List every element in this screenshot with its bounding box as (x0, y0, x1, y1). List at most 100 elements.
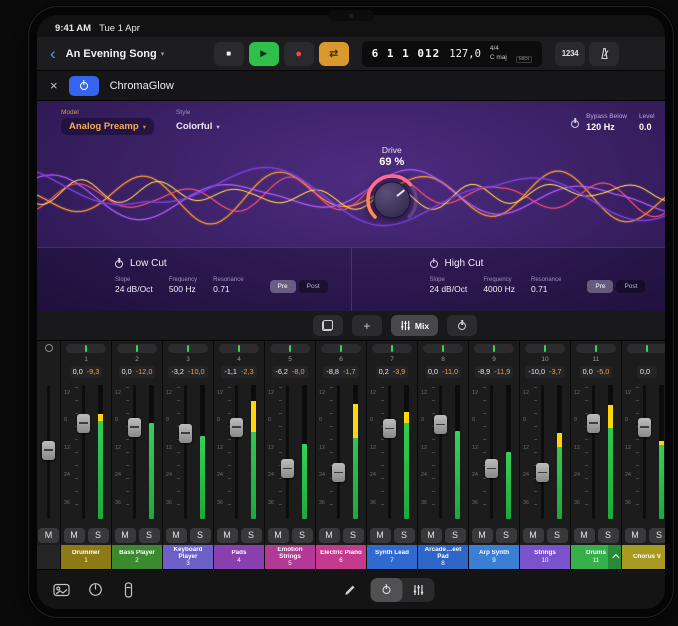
param-value[interactable]: 4000 Hz (483, 284, 515, 294)
fader-track[interactable] (388, 385, 391, 519)
style-dropdown[interactable]: Style Colorful▾ (174, 109, 222, 135)
pan-slider[interactable] (321, 344, 361, 353)
fader-track[interactable] (286, 385, 289, 519)
pan-slider[interactable] (219, 344, 259, 353)
pan-slider[interactable] (576, 344, 616, 353)
pan-slider[interactable] (66, 344, 106, 353)
edit-button[interactable] (343, 583, 356, 596)
count-in-button[interactable]: 1234 (555, 42, 585, 66)
fader-track[interactable] (439, 385, 442, 519)
mute-button[interactable]: M (64, 528, 85, 543)
track-name-label[interactable]: Drums 11 (571, 545, 621, 569)
solo-button[interactable]: S (496, 528, 517, 543)
solo-button[interactable]: S (190, 528, 211, 543)
plugin-power-button[interactable] (69, 76, 99, 96)
fader-track[interactable] (184, 385, 187, 519)
track-name-label[interactable] (37, 545, 60, 569)
fader-handle[interactable] (434, 415, 447, 434)
pan-slider[interactable] (117, 344, 157, 353)
fader-handle[interactable] (179, 424, 192, 443)
record-button[interactable]: ● (284, 42, 314, 66)
back-button[interactable]: ‹ (47, 45, 59, 62)
track-name-label[interactable]: Pads 4 (214, 545, 264, 569)
mute-button[interactable]: M (319, 528, 340, 543)
fader-handle[interactable] (485, 459, 498, 478)
track-name-label[interactable]: Synth Lead 7 (367, 545, 417, 569)
bypass-below-value[interactable]: 120 Hz (586, 122, 627, 132)
fader-handle[interactable] (230, 418, 243, 437)
solo-button[interactable]: S (547, 528, 568, 543)
fader-handle[interactable] (536, 463, 549, 482)
solo-button[interactable]: S (292, 528, 313, 543)
mute-button[interactable]: M (574, 528, 595, 543)
browser-button[interactable] (53, 583, 70, 597)
fader-track[interactable] (337, 385, 340, 519)
song-title-menu[interactable]: An Evening Song ▾ (66, 48, 165, 60)
mute-button[interactable]: M (421, 528, 442, 543)
solo-button[interactable]: S (343, 528, 364, 543)
duplicate-button[interactable] (313, 315, 343, 336)
track-name-label[interactable]: Arp Synth 9 (469, 545, 519, 569)
fader-track[interactable] (592, 385, 595, 519)
param-value[interactable]: 24 dB/Oct (430, 284, 468, 294)
pre-button[interactable]: Pre (270, 280, 296, 293)
pan-slider[interactable] (372, 344, 412, 353)
fader-handle[interactable] (77, 414, 90, 433)
bypass-below-control[interactable]: Bypass Below 120 Hz (571, 113, 627, 133)
level-value[interactable]: 0.0 (639, 122, 665, 132)
pan-slider[interactable] (168, 344, 208, 353)
pan-slider[interactable] (627, 344, 665, 353)
solo-button[interactable]: S (394, 528, 415, 543)
param-value[interactable]: 0.71 (213, 284, 243, 294)
bypass-power-button[interactable] (571, 115, 579, 133)
solo-button[interactable]: S (88, 528, 109, 543)
pan-slider[interactable] (474, 344, 514, 353)
metronome-button[interactable] (589, 42, 619, 66)
controls-button[interactable] (88, 582, 103, 597)
play-button[interactable]: ▶ (249, 42, 279, 66)
stop-button[interactable]: ■ (214, 42, 244, 66)
param-value[interactable]: 0.71 (531, 284, 561, 294)
mute-button[interactable]: M (523, 528, 544, 543)
param-value[interactable]: 24 dB/Oct (115, 284, 153, 294)
solo-button[interactable]: S (241, 528, 262, 543)
mute-button[interactable]: M (625, 528, 646, 543)
fader-track[interactable] (643, 385, 646, 519)
fader-track[interactable] (235, 385, 238, 519)
mute-button[interactable]: M (115, 528, 136, 543)
param-value[interactable]: 500 Hz (169, 284, 197, 294)
fader-handle[interactable] (587, 414, 600, 433)
lcd-display[interactable]: 6 1 1 012 127,0 4/4 C maj MIDI (362, 41, 542, 67)
track-name-label[interactable]: Emotion Strings 5 (265, 545, 315, 569)
solo-button[interactable]: S (139, 528, 160, 543)
power-toggle-button[interactable] (370, 578, 402, 602)
track-name-label[interactable]: Strings 10 (520, 545, 570, 569)
high-cut-power-button[interactable] (430, 256, 438, 271)
drive-knob[interactable] (363, 171, 421, 229)
pan-slider[interactable] (423, 344, 463, 353)
fader-handle[interactable] (638, 418, 651, 437)
fader-track[interactable] (490, 385, 493, 519)
track-name-label[interactable]: Chorus V (622, 545, 665, 569)
level-control[interactable]: Level 0.0 (639, 113, 665, 132)
pan-slider[interactable] (525, 344, 565, 353)
close-plugin-button[interactable]: × (50, 79, 58, 92)
mixer-view-toggle-button[interactable] (402, 578, 434, 602)
cycle-button[interactable]: ⇄ (319, 42, 349, 66)
solo-button[interactable]: S (649, 528, 666, 543)
track-name-label[interactable]: Keyboard Player 3 (163, 545, 213, 569)
mute-button[interactable]: M (217, 528, 238, 543)
post-button[interactable]: Post (616, 280, 645, 293)
fader-handle[interactable] (383, 419, 396, 438)
track-name-label[interactable]: Drummer 1 (61, 545, 111, 569)
post-button[interactable]: Post (299, 280, 328, 293)
mute-button[interactable]: M (166, 528, 187, 543)
mute-button[interactable]: M (268, 528, 289, 543)
pan-slider[interactable] (270, 344, 310, 353)
solo-button[interactable]: S (445, 528, 466, 543)
low-cut-power-button[interactable] (115, 256, 123, 271)
fader-track[interactable] (133, 385, 136, 519)
model-dropdown[interactable]: Model Analog Preamp▾ (61, 109, 154, 135)
track-name-label[interactable]: Arcade…eet Pad 8 (418, 545, 468, 569)
fader-track[interactable] (541, 385, 544, 519)
